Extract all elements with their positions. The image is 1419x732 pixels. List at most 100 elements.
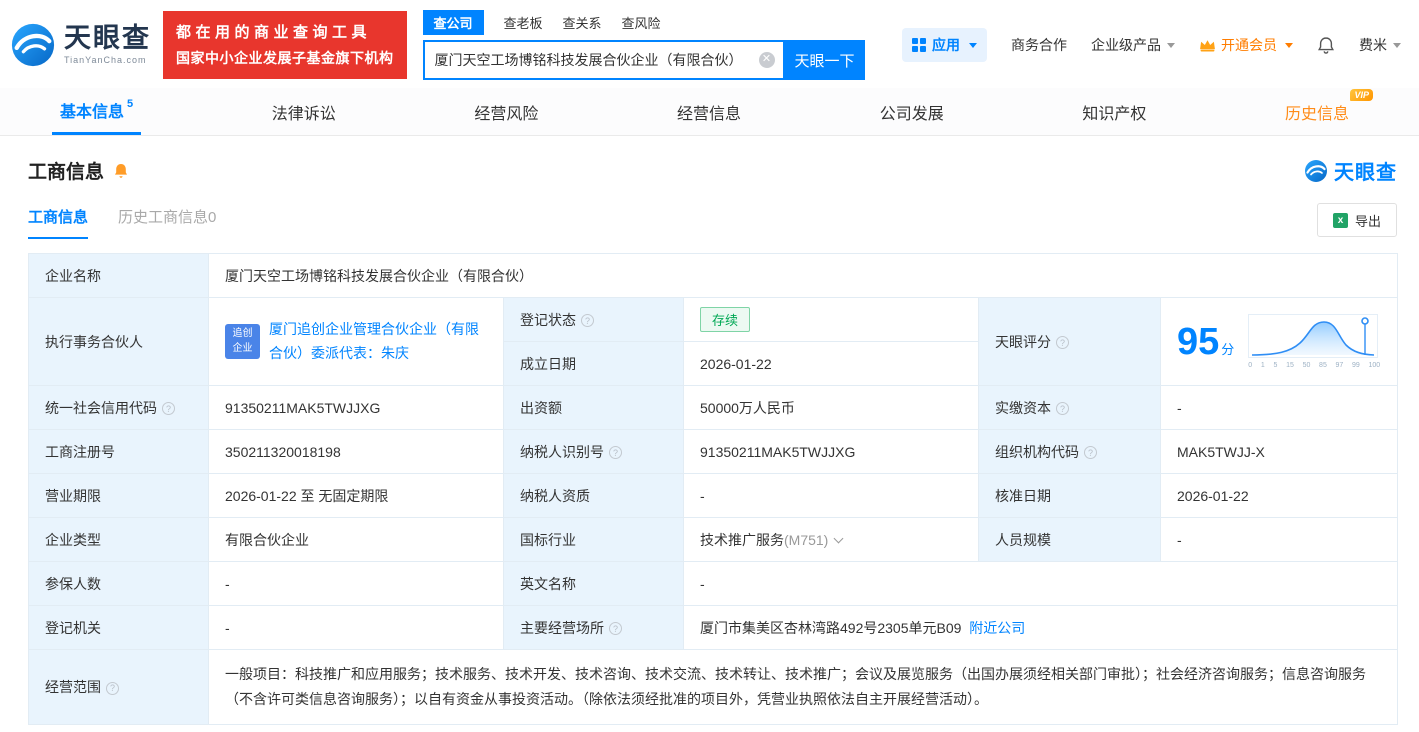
taxpayer-qualification-value: - — [683, 473, 979, 518]
tab-legal-litigation[interactable]: 法律诉讼 — [264, 88, 344, 135]
tab-history-info[interactable]: 历史信息 VIP — [1277, 88, 1373, 135]
approval-date-label: 核准日期 — [978, 473, 1161, 518]
score-axis-labels: 0 1 5 15 50 85 97 99 100 — [1248, 362, 1381, 369]
help-icon[interactable] — [162, 402, 175, 415]
industry-label: 国标行业 — [503, 517, 684, 562]
promo-line2: 国家中小企业发展子基金旗下机构 — [176, 49, 394, 66]
notification-bell[interactable] — [1317, 36, 1335, 55]
table-row: 企业名称 厦门天空工场博铭科技发展合伙企业（有限合伙） — [28, 253, 1399, 298]
section-title: 工商信息 — [28, 162, 105, 183]
search-tabs: 查公司 查老板 查关系 查风险 — [422, 10, 865, 35]
business-term-label: 营业期限 — [28, 473, 209, 518]
taxpayer-qualification-label: 纳税人资质 — [503, 473, 684, 518]
apps-menu[interactable]: 应用 — [902, 28, 987, 62]
tianyan-score-label: 天眼评分 — [978, 297, 1161, 386]
tab-company-development-label: 公司发展 — [879, 105, 944, 123]
top-bar: 天眼查 TianYanCha.com 都在用的商业查询工具 国家中小企业发展子基… — [0, 0, 1419, 88]
search-button[interactable]: 天眼一下 — [784, 40, 865, 80]
business-term-value: 2026-01-22 至 无固定期限 — [208, 473, 504, 518]
credit-code-label: 统一社会信用代码 — [28, 385, 209, 430]
table-row: 统一社会信用代码 91350211MAK5TWJJXG 出资额 50000万人民… — [28, 385, 1399, 430]
business-scope-value: 一般项目：科技推广和应用服务；技术服务、技术开发、技术咨询、技术交流、技术转让、… — [207, 648, 1399, 726]
user-name: 费米 — [1359, 37, 1387, 53]
approval-date-value: 2026-01-22 — [1159, 473, 1399, 518]
tab-company-development[interactable]: 公司发展 — [872, 88, 952, 135]
company-name-value: 厦门天空工场博铭科技发展合伙企业（有限合伙） — [207, 253, 1399, 298]
tab-intellectual-property-label: 知识产权 — [1082, 105, 1147, 123]
bell-icon — [1318, 36, 1334, 54]
table-row: 执行事务合伙人 追创 企业 厦门追创企业管理合伙企业（有限合伙）委派代表：朱庆 … — [28, 297, 1399, 386]
tab-operation-info-label: 经营信息 — [677, 105, 742, 123]
company-nav-tabs: 基本信息 5 法律诉讼 经营风险 经营信息 公司发展 知识产权 历史信息 VIP — [0, 88, 1419, 136]
premises-label: 主要经营场所 — [503, 605, 684, 650]
expand-chevron-icon[interactable] — [833, 533, 844, 543]
table-row: 企业类型 有限合伙企业 国标行业 技术推广服务(M751) 人员规模 - — [28, 517, 1399, 562]
help-icon[interactable] — [609, 446, 622, 459]
insured-count-value: - — [208, 561, 504, 606]
staff-size-value: - — [1159, 517, 1399, 562]
english-name-value: - — [682, 561, 1399, 606]
staff-size-label: 人员规模 — [978, 517, 1161, 562]
table-row: 营业期限 2026-01-22 至 无固定期限 纳税人资质 - 核准日期 202… — [28, 473, 1399, 518]
premises-value: 厦门市集美区杏林湾路492号2305单元B09 附近公司 — [682, 605, 1399, 650]
clear-search-icon[interactable]: ✕ — [758, 52, 775, 68]
executive-partner-value: 追创 企业 厦门追创企业管理合伙企业（有限合伙）委派代表：朱庆 — [208, 297, 504, 386]
executive-partner-label: 执行事务合伙人 — [28, 297, 209, 386]
chevron-down-icon — [1167, 42, 1175, 48]
help-icon[interactable] — [1056, 336, 1069, 349]
tianyancha-logo[interactable]: 天眼查 TianYanCha.com — [10, 22, 151, 68]
partner-logo-badge[interactable]: 追创 企业 — [225, 324, 260, 359]
help-icon[interactable] — [1056, 402, 1069, 415]
status-badge: 存续 — [700, 307, 751, 332]
score-number: 95 分 — [1177, 320, 1235, 363]
establish-date-value: 2026-01-22 — [683, 341, 979, 386]
search-tab-boss[interactable]: 查老板 — [504, 10, 543, 35]
paid-in-capital-value: - — [1159, 385, 1399, 430]
business-scope-label: 经营范围 — [28, 648, 209, 726]
tab-basic-info-count: 5 — [127, 98, 134, 110]
search-tab-relation[interactable]: 查关系 — [563, 10, 602, 35]
enterprise-product-menu[interactable]: 企业级产品 — [1091, 35, 1175, 55]
open-vip-label: 开通会员 — [1221, 37, 1277, 53]
tab-operation-info[interactable]: 经营信息 — [669, 88, 749, 135]
sub-tab-business-info[interactable]: 工商信息 — [28, 206, 89, 239]
industry-value: 技术推广服务(M751) — [683, 517, 979, 562]
help-icon[interactable] — [106, 681, 119, 695]
export-button[interactable]: 导出 — [1316, 203, 1397, 237]
business-cooperation-link[interactable]: 商务合作 — [1011, 35, 1067, 55]
main-content: 工商信息 天眼查 工商信息 历史工商信息0 导出 — [0, 156, 1419, 726]
tab-intellectual-property[interactable]: 知识产权 — [1074, 88, 1154, 135]
nearby-companies-link[interactable]: 附近公司 — [969, 620, 1025, 636]
tianyancha-watermark-icon — [1305, 159, 1327, 182]
promo-banner: 都在用的商业查询工具 国家中小企业发展子基金旗下机构 — [163, 10, 407, 80]
capital-value: 50000万人民币 — [683, 385, 979, 430]
open-vip-menu[interactable]: 开通会员 — [1199, 35, 1293, 55]
search-input[interactable] — [434, 52, 759, 68]
crown-icon — [1200, 39, 1215, 51]
tab-basic-info-label: 基本信息 — [60, 104, 125, 121]
tab-history-info-label: 历史信息 — [1284, 105, 1349, 123]
help-icon[interactable] — [581, 314, 594, 327]
tab-operation-risk-label: 经营风险 — [474, 105, 539, 123]
tab-legal-litigation-label: 法律诉讼 — [271, 105, 336, 123]
promo-line1: 都在用的商业查询工具 — [176, 23, 372, 41]
user-menu[interactable]: 费米 — [1359, 35, 1401, 55]
score-curve-chart[interactable]: 0 1 5 15 50 85 97 99 100 — [1248, 314, 1380, 369]
registration-number-label: 工商注册号 — [28, 429, 209, 474]
apps-grid-icon — [912, 38, 926, 52]
tab-basic-info[interactable]: 基本信息 5 — [52, 88, 142, 135]
help-icon[interactable] — [1084, 446, 1097, 459]
subscribe-bell-icon[interactable] — [112, 162, 130, 180]
search-tab-risk[interactable]: 查风险 — [622, 10, 661, 35]
search-input-wrap: ✕ — [422, 40, 785, 80]
sub-tab-history-business-info[interactable]: 历史工商信息0 — [118, 206, 216, 239]
insured-count-label: 参保人数 — [28, 561, 209, 606]
search-tab-company[interactable]: 查公司 — [422, 10, 484, 35]
tab-operation-risk[interactable]: 经营风险 — [466, 88, 546, 135]
table-row: 登记机关 - 主要经营场所 厦门市集美区杏林湾路492号2305单元B09 附近… — [28, 605, 1399, 650]
partner-company-link[interactable]: 厦门追创企业管理合伙企业（有限合伙）委派代表：朱庆 — [269, 318, 487, 364]
english-name-label: 英文名称 — [503, 561, 684, 606]
apps-label: 应用 — [932, 37, 960, 53]
org-code-value: MAK5TWJJ-X — [1159, 429, 1399, 474]
help-icon[interactable] — [609, 622, 622, 635]
